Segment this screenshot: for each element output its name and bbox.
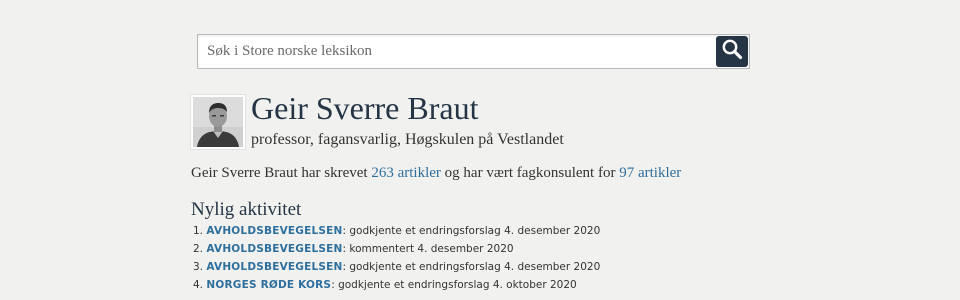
- search-button[interactable]: [716, 36, 748, 67]
- contribution-summary: Geir Sverre Braut har skrevet 263 artikl…: [191, 165, 681, 182]
- avatar: [191, 95, 245, 149]
- activity-topic-link[interactable]: AVHOLDSBEVEGELSEN: [206, 225, 342, 237]
- search-bar: [197, 34, 750, 69]
- list-item: 1. AVHOLDSBEVEGELSEN: godkjente et endri…: [193, 222, 600, 240]
- item-number: 1.: [193, 225, 204, 237]
- item-number: 3.: [193, 261, 204, 273]
- list-item: 3. AVHOLDSBEVEGELSEN: godkjente et endri…: [193, 258, 600, 276]
- summary-text-middle: og har vært fagkonsulent for: [440, 165, 620, 181]
- recent-activity-list: 1. AVHOLDSBEVEGELSEN: godkjente et endri…: [193, 222, 600, 294]
- activity-action: : kommentert 4. desember 2020: [342, 243, 514, 255]
- search-icon: [721, 38, 743, 65]
- search-input[interactable]: [198, 35, 713, 68]
- list-item: 2. AVHOLDSBEVEGELSEN: kommentert 4. dese…: [193, 240, 600, 258]
- articles-consulted-link[interactable]: 97 artikler: [619, 165, 681, 181]
- articles-written-link[interactable]: 263 artikler: [371, 165, 441, 181]
- profile-name: Geir Sverre Braut: [251, 90, 479, 126]
- activity-topic-link[interactable]: AVHOLDSBEVEGELSEN: [206, 261, 342, 273]
- list-item: 4. NORGES RØDE KORS: godkjente et endrin…: [193, 276, 600, 294]
- activity-topic-link[interactable]: NORGES RØDE KORS: [206, 279, 331, 291]
- activity-action: : godkjente et endringsforslag 4. desemb…: [342, 261, 601, 273]
- recent-activity-title: Nylig aktivitet: [191, 199, 302, 220]
- profile-role: professor, fagansvarlig, Høgskulen på Ve…: [251, 131, 564, 148]
- item-number: 2.: [193, 243, 204, 255]
- person-photo: [193, 97, 243, 147]
- summary-text-before: Geir Sverre Braut har skrevet: [191, 165, 372, 181]
- item-number: 4.: [193, 279, 204, 291]
- activity-topic-link[interactable]: AVHOLDSBEVEGELSEN: [206, 243, 342, 255]
- activity-action: : godkjente et endringsforslag 4. desemb…: [342, 225, 601, 237]
- activity-action: : godkjente et endringsforslag 4. oktobe…: [331, 279, 577, 291]
